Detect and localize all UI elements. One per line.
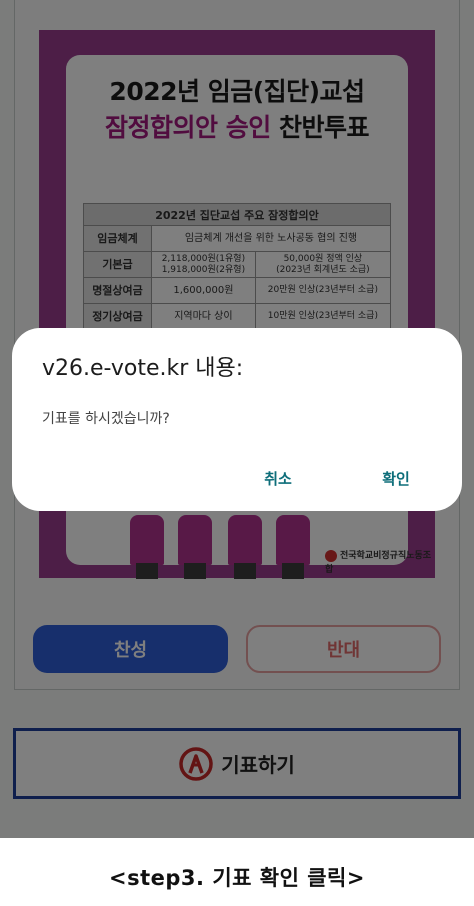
confirm-dialog: v26.e-vote.kr 내용: 기표를 하시겠습니까? 취소 확인 bbox=[12, 328, 462, 511]
step-caption: <step3. 기표 확인 클릭> bbox=[109, 866, 365, 890]
dialog-title: v26.e-vote.kr 내용: bbox=[42, 356, 244, 381]
ok-button[interactable]: 확인 bbox=[374, 468, 418, 489]
vote-screen: 2022년 임금(집단)교섭 잠정합의안 승인 찬반투표 2022년 집단교섭 … bbox=[0, 0, 474, 838]
dialog-message: 기표를 하시겠습니까? bbox=[42, 411, 170, 427]
cancel-button[interactable]: 취소 bbox=[256, 468, 300, 489]
